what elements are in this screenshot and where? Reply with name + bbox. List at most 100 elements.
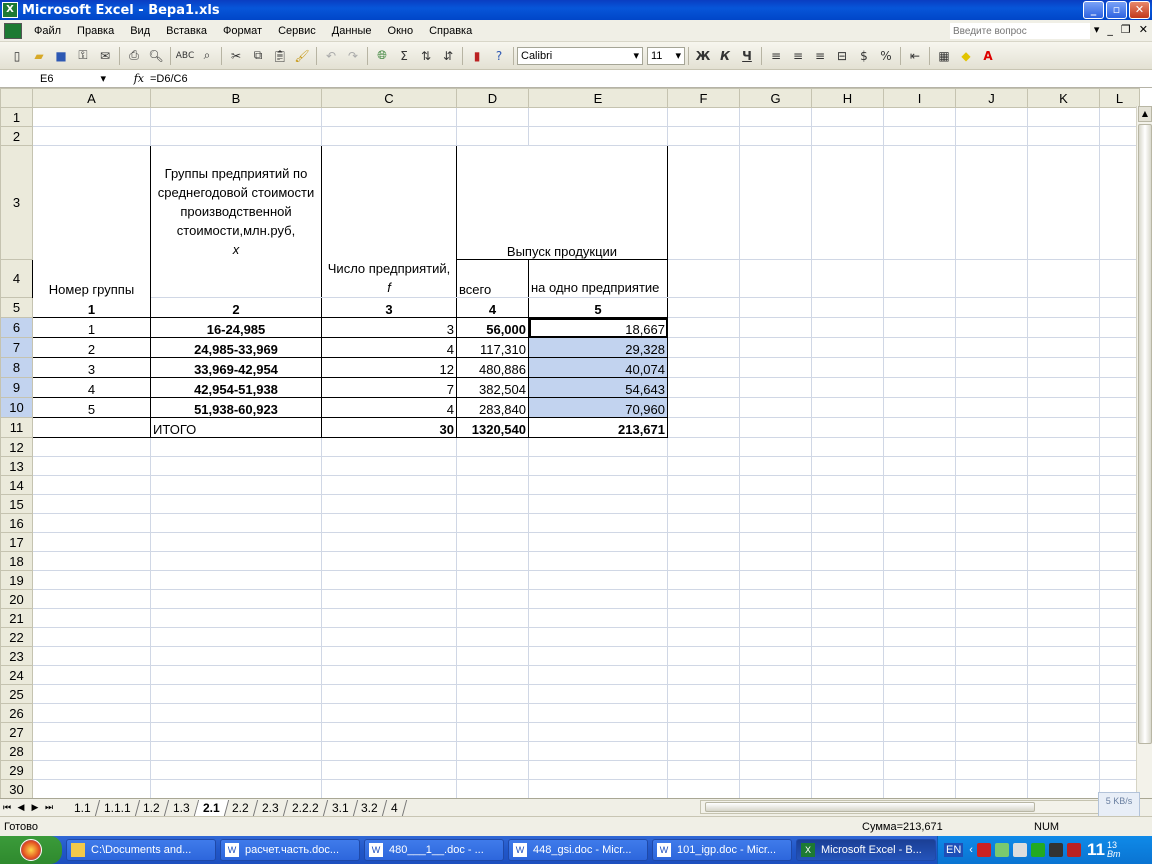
paste-icon[interactable]: 📋︎ bbox=[269, 45, 291, 67]
cell-group-number[interactable]: 3 bbox=[32, 357, 151, 378]
cell-group-number[interactable]: 5 bbox=[32, 397, 151, 418]
sort-ascending-icon[interactable]: ⇅ bbox=[415, 45, 437, 67]
indent-icon[interactable]: ⇤ bbox=[904, 45, 926, 67]
sheet-tab[interactable]: 1.1 bbox=[65, 799, 100, 816]
row-header[interactable]: 23 bbox=[0, 646, 33, 666]
copy-icon[interactable]: ⧉ bbox=[247, 45, 269, 67]
sheet-tab[interactable]: 2.3 bbox=[253, 799, 288, 816]
scroll-up-icon[interactable]: ▲ bbox=[1138, 106, 1152, 122]
first-sheet-icon[interactable]: ⏮ bbox=[0, 802, 14, 813]
row-header[interactable]: 7 bbox=[0, 337, 33, 358]
prev-sheet-icon[interactable]: ◀ bbox=[14, 802, 28, 813]
next-sheet-icon[interactable]: ▶ bbox=[28, 802, 42, 813]
taskbar-item-word[interactable]: Wрасчет.часть.doc... bbox=[220, 839, 360, 861]
row-header[interactable]: 10 bbox=[0, 397, 33, 418]
row-header[interactable]: 16 bbox=[0, 513, 33, 533]
redo-icon[interactable]: ↷ bbox=[342, 45, 364, 67]
print-preview-icon[interactable]: 🔍︎ bbox=[145, 45, 167, 67]
cut-icon[interactable]: ✂ bbox=[225, 45, 247, 67]
sheet-tab[interactable]: 3.2 bbox=[353, 799, 388, 816]
cell-group-range[interactable]: 33,969-42,954 bbox=[150, 357, 322, 378]
worksheet[interactable]: A B C D E F G H I J K L 1 2 3 Номер груп… bbox=[0, 88, 1152, 798]
menu-insert[interactable]: Вставка bbox=[158, 25, 215, 37]
column-header-f[interactable]: F bbox=[667, 88, 740, 108]
menu-data[interactable]: Данные bbox=[324, 25, 380, 37]
volume-icon[interactable] bbox=[1012, 843, 1027, 857]
antivirus-icon[interactable] bbox=[976, 843, 991, 857]
align-right-icon[interactable]: ≡ bbox=[809, 45, 831, 67]
permission-icon[interactable]: ⚿ bbox=[72, 45, 94, 67]
row-header[interactable]: 11 bbox=[0, 417, 33, 438]
col-num-cell[interactable]: 3 bbox=[321, 297, 457, 318]
cell-count[interactable]: 3 bbox=[321, 317, 457, 338]
row-header[interactable]: 21 bbox=[0, 608, 33, 628]
column-header-j[interactable]: J bbox=[955, 88, 1028, 108]
cell-count[interactable]: 4 bbox=[321, 397, 457, 418]
header-output[interactable]: Выпуск продукции bbox=[456, 145, 668, 260]
column-header-e[interactable]: E bbox=[528, 88, 668, 108]
row-header[interactable]: 14 bbox=[0, 475, 33, 495]
row-header[interactable]: 24 bbox=[0, 665, 33, 685]
italic-button[interactable]: К bbox=[714, 45, 736, 67]
font-size-select[interactable]: 11 ▾ bbox=[647, 46, 685, 65]
hyperlink-icon[interactable]: 🌐︎ bbox=[371, 45, 393, 67]
row-header[interactable]: 19 bbox=[0, 570, 33, 590]
column-header-g[interactable]: G bbox=[739, 88, 812, 108]
col-num-cell[interactable]: 5 bbox=[528, 297, 668, 318]
cell-output-total[interactable]: 382,504 bbox=[456, 377, 529, 398]
chart-wizard-icon[interactable]: ▮ bbox=[466, 45, 488, 67]
name-box[interactable]: E6 ▾ bbox=[0, 71, 110, 87]
vertical-scrollbar[interactable]: ▲ bbox=[1136, 106, 1152, 798]
row-header[interactable]: 4 bbox=[0, 259, 33, 298]
chevron-down-icon[interactable]: ▾ bbox=[1094, 23, 1100, 36]
taskbar-item-word[interactable]: W 101_igp.doc - Micr... bbox=[652, 839, 792, 861]
sheet-tab[interactable]: 2.2 bbox=[224, 799, 259, 816]
sheet-tab[interactable]: 1.2 bbox=[135, 799, 170, 816]
underline-button[interactable]: Ч bbox=[736, 45, 758, 67]
header-group-number[interactable]: Номер группы bbox=[32, 145, 151, 298]
cell-output-total[interactable]: 56,000 bbox=[456, 317, 529, 338]
row-header[interactable]: 28 bbox=[0, 741, 33, 761]
menu-view[interactable]: Вид bbox=[122, 25, 158, 37]
network-icon[interactable] bbox=[994, 843, 1009, 857]
clock-hour[interactable]: 11 bbox=[1087, 840, 1105, 860]
cell-group-number[interactable]: 2 bbox=[32, 337, 151, 358]
format-painter-icon[interactable]: 🖌︎ bbox=[291, 45, 313, 67]
maximize-button[interactable]: ▫ bbox=[1106, 1, 1127, 19]
cell-output-total[interactable]: 283,840 bbox=[456, 397, 529, 418]
row-header[interactable]: 3 bbox=[0, 145, 33, 260]
menu-edit[interactable]: Правка bbox=[69, 25, 122, 37]
email-icon[interactable]: ✉ bbox=[94, 45, 116, 67]
font-name-select[interactable]: Calibri ▾ bbox=[517, 46, 643, 65]
cell-total-label[interactable]: ИТОГО bbox=[150, 417, 322, 438]
cell-total-count[interactable]: 30 bbox=[321, 417, 457, 438]
row-header[interactable]: 15 bbox=[0, 494, 33, 514]
row-header[interactable]: 5 bbox=[0, 297, 33, 318]
column-header-b[interactable]: B bbox=[150, 88, 322, 108]
row-header[interactable]: 6 bbox=[0, 317, 33, 338]
sheet-tab[interactable]: 1.1.1 bbox=[95, 799, 140, 816]
cell-output-per-enterprise[interactable]: 29,328 bbox=[528, 337, 668, 358]
column-header-k[interactable]: K bbox=[1027, 88, 1100, 108]
tray-app-icon[interactable] bbox=[1030, 843, 1045, 857]
tray-expand-icon[interactable]: ‹ bbox=[969, 844, 973, 856]
bold-button[interactable]: Ж bbox=[692, 45, 714, 67]
select-all-corner[interactable] bbox=[0, 88, 33, 108]
doc-minimize-icon[interactable]: _ bbox=[1107, 23, 1113, 36]
open-icon[interactable]: ▰ bbox=[28, 45, 50, 67]
spelling-icon[interactable]: ABC bbox=[174, 45, 196, 67]
currency-icon[interactable]: $ bbox=[853, 45, 875, 67]
row-header[interactable]: 12 bbox=[0, 437, 33, 457]
row-header[interactable]: 2 bbox=[0, 126, 33, 146]
ask-question-input[interactable] bbox=[950, 23, 1090, 39]
taskbar-item-excel[interactable]: X Microsoft Excel - В... bbox=[796, 839, 936, 861]
tray-app-icon[interactable] bbox=[1048, 843, 1063, 857]
cell-count[interactable]: 7 bbox=[321, 377, 457, 398]
menu-format[interactable]: Формат bbox=[215, 25, 270, 37]
sheet-tab[interactable]: 3.1 bbox=[323, 799, 358, 816]
language-indicator[interactable]: EN bbox=[944, 843, 964, 857]
cell-group-range[interactable]: 24,985-33,969 bbox=[150, 337, 322, 358]
minimize-button[interactable]: _ bbox=[1083, 1, 1104, 19]
sheet-tab[interactable]: 4 bbox=[382, 799, 407, 816]
col-num-cell[interactable]: 4 bbox=[456, 297, 529, 318]
